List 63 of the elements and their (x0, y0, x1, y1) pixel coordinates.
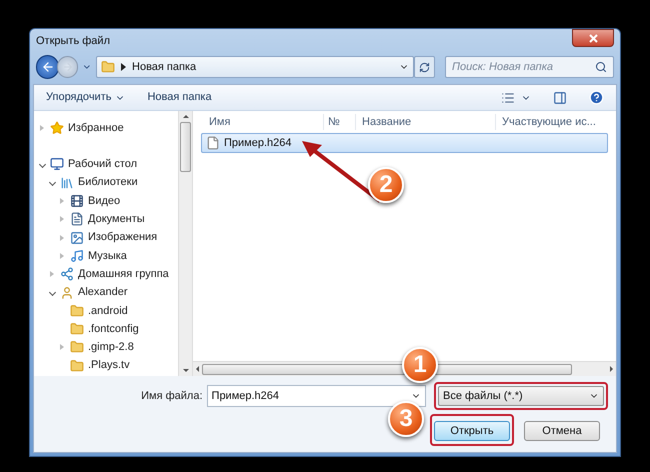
scroll-up-icon (182, 115, 188, 118)
address-field[interactable]: Новая папка (96, 56, 414, 78)
tree-item[interactable]: .gimp-2.8 (88, 339, 134, 356)
monitor-icon (50, 157, 64, 172)
vertical-scrollbar[interactable] (178, 111, 193, 376)
view-list-icon[interactable] (501, 90, 515, 104)
star-icon (50, 121, 64, 136)
close-button[interactable] (572, 29, 614, 47)
column-header[interactable]: Название (355, 114, 495, 130)
column-header[interactable]: Имя (193, 114, 323, 130)
tree-item[interactable]: Избранное (68, 120, 124, 136)
tree-item[interactable]: Видео (88, 192, 120, 210)
breadcrumb-triangle-icon (121, 63, 126, 71)
address-path: Новая папка (132, 60, 198, 75)
search-field[interactable]: Поиск: Новая папка (445, 56, 614, 78)
folder-icon (70, 304, 84, 318)
search-icon (595, 61, 607, 73)
window-title: Открыть файл (36, 34, 111, 49)
tree-item[interactable]: Alexander (78, 284, 128, 301)
tree-item[interactable]: Изображения (88, 229, 158, 246)
column-header[interactable]: Участвующие ис... (495, 114, 616, 130)
dialog-button[interactable]: Отмена (524, 421, 600, 442)
scroll-left-icon (196, 366, 199, 372)
file-name-label: Имя файла: (140, 388, 203, 404)
forward-arrow-icon (62, 61, 74, 73)
refresh-icon (418, 62, 430, 72)
refresh-button[interactable] (414, 56, 435, 78)
column-header[interactable]: № (323, 114, 355, 130)
folder-icon (70, 322, 84, 336)
tree-item[interactable]: .fontconfig (88, 320, 139, 338)
image-icon (70, 230, 84, 245)
folder-icon (70, 340, 84, 354)
user-icon (60, 286, 74, 300)
dialog-button[interactable]: Открыть (434, 421, 510, 442)
file-name: Пример.h264 (224, 136, 292, 151)
file-row[interactable]: Пример.h264 (201, 133, 608, 153)
scrollbar-thumb[interactable] (180, 122, 191, 172)
file-type-dropdown[interactable]: Все файлы (*.*) (438, 386, 604, 406)
scroll-right-icon (610, 366, 613, 372)
tree-item[interactable]: Документы (88, 211, 145, 228)
tree-item[interactable]: Рабочий стол (68, 156, 138, 173)
file-icon (206, 136, 220, 150)
tree-item[interactable]: .Plays.tv (88, 357, 130, 374)
organize-button[interactable]: Упорядочить (46, 89, 126, 106)
document-icon (70, 212, 84, 226)
tree-item[interactable]: Библиотеки (78, 174, 138, 191)
tree-item[interactable]: Музыка (88, 248, 127, 264)
file-name-field[interactable]: Пример.h264 (206, 385, 426, 407)
search-input[interactable]: Поиск: Новая папка (452, 58, 595, 76)
network-icon (60, 267, 74, 282)
tree-item[interactable]: .android (88, 302, 128, 320)
library-icon (60, 176, 74, 190)
help-icon[interactable] (589, 90, 604, 105)
folder-icon (101, 60, 116, 74)
scroll-down-icon (182, 369, 188, 372)
close-icon (588, 34, 598, 42)
back-button[interactable] (36, 55, 60, 79)
preview-pane-icon[interactable] (553, 90, 567, 104)
new-folder-button[interactable]: Новая папка (147, 89, 212, 106)
music-note-icon (70, 248, 84, 263)
tree-item[interactable]: Домашняя группа (78, 266, 169, 282)
folder-icon (70, 358, 84, 373)
film-icon (70, 194, 84, 208)
